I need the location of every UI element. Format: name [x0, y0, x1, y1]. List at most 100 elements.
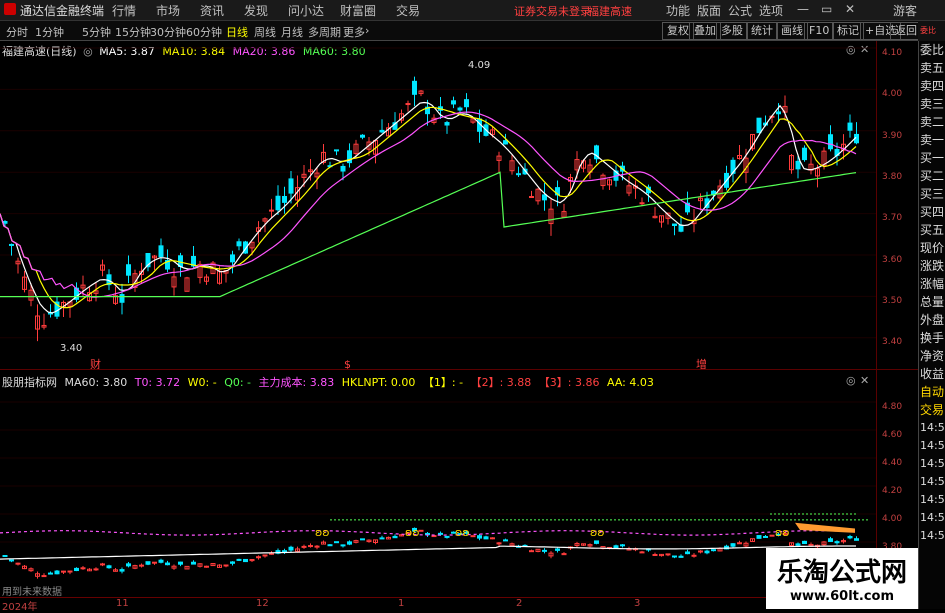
x-tick: 3 — [634, 598, 641, 609]
tab-monthly[interactable]: 月线 — [281, 24, 303, 40]
candle-body — [165, 562, 170, 566]
high-price-label: 4.09 — [468, 60, 490, 71]
side-panel-item[interactable]: 买四 — [919, 203, 945, 221]
stats-button[interactable]: 统计 — [746, 22, 778, 40]
candle-body — [340, 165, 346, 172]
sub-indicator-chart[interactable]: ʚʚ ʚʚ ʚʚ ʚʚ ʚʚ — [0, 388, 876, 598]
minimize-icon[interactable]: — — [797, 2, 809, 16]
side-panel-item[interactable]: 卖四 — [919, 77, 945, 95]
sub-close-icon[interactable]: ✕ — [860, 374, 869, 387]
side-panel-item[interactable]: 买五 — [919, 221, 945, 239]
close-icon[interactable]: ✕ — [845, 2, 855, 16]
candle-body — [704, 550, 710, 554]
menu-item-ask[interactable]: 问小达 — [288, 2, 324, 19]
main-axis-tick: 3.90 — [882, 130, 903, 141]
candle-body — [158, 245, 164, 258]
side-panel-item[interactable]: 委比 — [919, 41, 945, 59]
sub-axis-tick: 4.80 — [882, 402, 903, 412]
tab-60min[interactable]: 60分钟 — [186, 24, 222, 40]
side-panel-item[interactable]: 买二 — [919, 167, 945, 185]
candle-body — [191, 561, 196, 565]
sub-settings-icon[interactable]: ◎ — [846, 374, 856, 387]
side-panel-time: 14:56 — [920, 529, 945, 542]
candle-body — [542, 549, 547, 552]
candle-body — [119, 294, 125, 303]
side-panel-item[interactable]: 收益 — [919, 365, 945, 383]
main-kline-chart[interactable]: 4.09 3.40 财 $ 增 — [0, 41, 876, 369]
menu-item-discover[interactable]: 发现 — [244, 2, 268, 19]
f10-button[interactable]: F10 — [804, 22, 835, 40]
tab-multi[interactable]: 多周期 — [308, 24, 341, 40]
tab-more[interactable]: 更多 — [343, 24, 365, 40]
menu-item-market2[interactable]: 市场 — [156, 2, 180, 19]
side-panel-item[interactable]: 涨跌 — [919, 257, 945, 275]
butterfly-signal-icon: ʚʚ — [455, 526, 470, 539]
tab-30min[interactable]: 30分钟 — [150, 24, 186, 40]
candle-body — [678, 224, 684, 232]
candle-body — [93, 568, 99, 571]
side-panel-item[interactable]: 外盘 — [919, 311, 945, 329]
tab-intraday[interactable]: 分时 — [6, 24, 28, 40]
candle-body — [672, 223, 677, 226]
main-axis-tick: 3.60 — [882, 254, 903, 265]
candle-body — [262, 554, 268, 557]
candle-body — [854, 538, 859, 541]
side-panel-item[interactable]: 现价 — [919, 239, 945, 257]
side-panel-item[interactable]: 自动 — [919, 383, 945, 401]
menu-item-trade[interactable]: 交易 — [396, 2, 420, 19]
menu-item-options[interactable]: 选项 — [759, 2, 783, 19]
side-panel-item[interactable]: 卖一 — [919, 131, 945, 149]
candle-body — [483, 536, 489, 540]
menu-item-formula[interactable]: 公式 — [728, 2, 752, 19]
candle-body — [48, 572, 53, 575]
main-axis-tick: 4.10 — [882, 48, 903, 58]
candle-body — [847, 122, 853, 131]
side-panel-item[interactable]: 净资 — [919, 347, 945, 365]
menu-item-news[interactable]: 资讯 — [200, 2, 224, 19]
candle-body — [756, 535, 762, 539]
candle-body — [379, 537, 385, 540]
more-chevron-icon[interactable]: › — [365, 24, 369, 37]
menu-item-market[interactable]: 行情 — [112, 2, 136, 19]
trade-notice[interactable]: 证券交易未登录 — [514, 3, 591, 19]
candle-body — [444, 535, 450, 538]
side-panel-item[interactable]: 涨幅 — [919, 275, 945, 293]
tab-15min[interactable]: 15分钟 — [115, 24, 151, 40]
user-label[interactable]: 游客 — [893, 2, 917, 19]
tab-1min[interactable]: 1分钟 — [35, 24, 64, 40]
main-axis-tick: 3.80 — [882, 171, 903, 182]
candle-body — [360, 538, 365, 541]
candle-body — [620, 544, 625, 547]
tab-5min[interactable]: 5分钟 — [82, 24, 111, 40]
candle-body — [672, 555, 677, 558]
side-panel-item[interactable]: 买三 — [919, 185, 945, 203]
menu-item-fortune[interactable]: 财富圈 — [340, 2, 376, 19]
side-panel-item[interactable]: 买一 — [919, 149, 945, 167]
tab-weekly[interactable]: 周线 — [254, 24, 276, 40]
future-data-note: 用到未来数据 — [2, 587, 62, 598]
menu-item-layout[interactable]: 版面 — [697, 2, 721, 19]
candle-body — [802, 147, 807, 161]
side-panel-item[interactable]: 卖三 — [919, 95, 945, 113]
period-toolbar: 分时 1分钟 5分钟 15分钟 30分钟 60分钟 日线 周线 月线 多周期 更… — [0, 21, 945, 41]
candle-body — [334, 541, 339, 544]
side-panel-item[interactable]: 交易 — [919, 401, 945, 419]
side-panel-item[interactable]: 卖二 — [919, 113, 945, 131]
candle-body — [490, 537, 495, 540]
restore-icon[interactable]: ▭ — [821, 2, 832, 16]
side-panel-time: 14:56 — [920, 439, 945, 452]
side-panel-item[interactable]: 换手 — [919, 329, 945, 347]
event-marker: $ — [344, 358, 351, 369]
x-tick: 11 — [116, 598, 129, 609]
candle-body — [301, 545, 307, 548]
low-price-label: 3.40 — [60, 343, 82, 354]
side-panel-item[interactable]: 总量 — [919, 293, 945, 311]
side-panel-header: 委比 — [918, 21, 945, 41]
multi-stock-button[interactable]: 多股 — [716, 22, 748, 40]
side-panel-item[interactable]: 卖五 — [919, 59, 945, 77]
watermark-url: www.60lt.com — [789, 589, 895, 604]
menu-item-function[interactable]: 功能 — [666, 2, 690, 19]
candle-body — [477, 535, 482, 539]
tab-daily[interactable]: 日线 — [226, 24, 248, 40]
x-tick: 2 — [516, 598, 523, 609]
